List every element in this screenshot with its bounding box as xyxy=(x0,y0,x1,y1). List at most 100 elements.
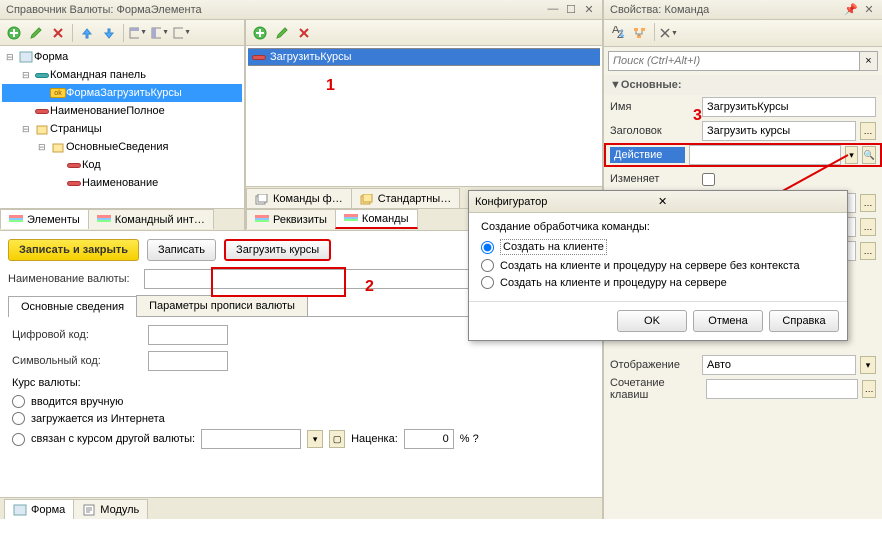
commands-toolbar xyxy=(246,20,602,46)
label-rate: Курс валюты: xyxy=(12,377,81,389)
dialog-title: Конфигуратор xyxy=(475,196,658,208)
down-icon[interactable] xyxy=(99,23,119,43)
label-currency-name: Наименование валюты: xyxy=(8,273,138,285)
lookup-icon[interactable]: … xyxy=(860,218,876,236)
tree-icon[interactable] xyxy=(630,23,650,43)
prop-name-input[interactable] xyxy=(702,97,876,117)
layout3-icon[interactable]: ▼ xyxy=(172,23,192,43)
edit-icon[interactable] xyxy=(26,23,46,43)
tab-elements[interactable]: Элементы xyxy=(0,209,89,229)
tree-node-naim-full: НаименованиеПолное xyxy=(2,102,242,120)
close-icon[interactable]: ✕ xyxy=(862,3,876,16)
prop-changes-checkbox[interactable] xyxy=(702,173,715,186)
tree-node-form: ⊟Форма xyxy=(2,48,242,66)
radio-client-server[interactable] xyxy=(481,276,494,289)
num-code-input[interactable] xyxy=(148,325,228,345)
stack-icon xyxy=(255,194,269,204)
open-icon[interactable]: ▢ xyxy=(329,430,345,448)
minimize-icon[interactable]: — xyxy=(546,3,560,16)
tab-standard[interactable]: Стандартны… xyxy=(351,188,460,208)
add-icon[interactable] xyxy=(4,23,24,43)
sort-alpha-icon[interactable]: AZ xyxy=(608,23,628,43)
maximize-icon[interactable]: ☐ xyxy=(564,3,578,16)
tab-commands-form[interactable]: Команды ф… xyxy=(246,188,352,208)
right-titlebar: Свойства: Команда 📌 ✕ xyxy=(604,0,882,20)
write-button[interactable]: Записать xyxy=(147,239,216,261)
close-x-icon[interactable]: ▼ xyxy=(659,23,679,43)
dropdown-icon[interactable]: ▾ xyxy=(307,430,323,448)
prop-display-input[interactable] xyxy=(702,355,856,375)
props-toolbar: AZ ▼ xyxy=(604,20,882,47)
dialog-titlebar: Конфигуратор ✕ xyxy=(469,191,847,213)
radio-client-server-noctx[interactable] xyxy=(481,259,494,272)
close-icon[interactable]: ✕ xyxy=(658,195,841,208)
tab-cmd-interface[interactable]: Командный инт… xyxy=(88,209,214,229)
radio-linked[interactable] xyxy=(12,433,25,446)
load-courses-button[interactable]: Загрузить курсы xyxy=(224,239,331,261)
prop-row-display: Отображение ▾ xyxy=(604,353,882,377)
sym-code-input[interactable] xyxy=(148,351,228,371)
configurator-dialog: Конфигуратор ✕ Создание обработчика кома… xyxy=(468,190,848,341)
tab-main-info[interactable]: Основные сведения xyxy=(8,296,137,317)
form-tree[interactable]: ⊟Форма ⊟Командная панель okФормаЗагрузит… xyxy=(0,46,244,208)
lookup-icon[interactable]: … xyxy=(860,122,876,140)
radio-client[interactable] xyxy=(481,241,494,254)
tree-toolbar: ▼ ▼ ▼ xyxy=(0,20,244,46)
radio-internet[interactable] xyxy=(12,412,25,425)
tab-commands[interactable]: Команды xyxy=(335,209,418,229)
prop-shortcut-input[interactable] xyxy=(706,379,858,399)
lookup-icon[interactable]: … xyxy=(860,242,876,260)
radio-manual[interactable] xyxy=(12,395,25,408)
tree-area: ▼ ▼ ▼ ⊟Форма ⊟Командная панель okФормаЗа… xyxy=(0,20,246,230)
ok-button[interactable]: OK xyxy=(617,310,687,332)
tree-node-code: Код xyxy=(2,156,242,174)
prop-row-shortcut: Сочетание клавиш … xyxy=(604,377,882,401)
tab-requisites[interactable]: Реквизиты xyxy=(246,209,336,229)
delete-icon[interactable] xyxy=(48,23,68,43)
stack-icon xyxy=(344,214,358,224)
lookup-icon[interactable]: … xyxy=(862,380,876,398)
commands-list[interactable]: ЗагрузитьКурсы xyxy=(246,46,602,186)
layout2-icon[interactable]: ▼ xyxy=(150,23,170,43)
prop-title-input[interactable] xyxy=(702,121,856,141)
annotation-3: 3 xyxy=(693,107,702,125)
prop-row-title: Заголовок … xyxy=(604,119,882,143)
props-search-input[interactable] xyxy=(608,51,860,71)
label-markup: Наценка: xyxy=(351,433,398,445)
markup-input[interactable] xyxy=(404,429,454,449)
pin-icon[interactable]: 📌 xyxy=(844,3,858,16)
left-titlebar: Справочник Валюты: ФормаЭлемента — ☐ ✕ xyxy=(0,0,602,20)
tree-node-cmdpanel: ⊟Командная панель xyxy=(2,66,242,84)
dropdown-icon[interactable]: ▾ xyxy=(860,356,876,374)
linked-currency-input[interactable] xyxy=(201,429,301,449)
add-icon[interactable] xyxy=(250,23,270,43)
layout1-icon[interactable]: ▼ xyxy=(128,23,148,43)
bullet-icon xyxy=(252,51,266,63)
cancel-button[interactable]: Отмена xyxy=(693,310,763,332)
module-icon xyxy=(82,504,96,516)
tree-node-pages: ⊟Страницы xyxy=(2,120,242,138)
tree-bottom-tabs: Элементы Командный инт… xyxy=(0,208,244,230)
delete-icon[interactable] xyxy=(294,23,314,43)
stack-icon xyxy=(255,215,269,225)
up-icon[interactable] xyxy=(77,23,97,43)
tab-footer-form[interactable]: Форма xyxy=(4,499,74,519)
stack-icon xyxy=(9,215,23,225)
edit-icon[interactable] xyxy=(272,23,292,43)
tree-node-naim: Наименование xyxy=(2,174,242,192)
magnify-icon[interactable]: 🔍 xyxy=(862,146,876,164)
currency-name-input[interactable] xyxy=(144,269,524,289)
help-button[interactable]: Справка xyxy=(769,310,839,332)
write-close-button[interactable]: Записать и закрыть xyxy=(8,239,139,261)
tab-footer-module[interactable]: Модуль xyxy=(73,499,148,519)
close-icon[interactable]: ✕ xyxy=(582,3,596,16)
tab-params[interactable]: Параметры прописи валюты xyxy=(136,295,308,316)
lookup-icon[interactable]: … xyxy=(860,194,876,212)
label-num-code: Цифровой код: xyxy=(12,329,142,341)
category-main[interactable]: ▼Основные: xyxy=(604,75,882,95)
annotation-2: 2 xyxy=(365,278,374,296)
annotation-1: 1 xyxy=(326,77,335,95)
footer-tabs: Форма Модуль xyxy=(0,497,602,519)
clear-search-icon[interactable]: × xyxy=(860,51,878,71)
list-item-load-courses[interactable]: ЗагрузитьКурсы xyxy=(248,48,600,66)
